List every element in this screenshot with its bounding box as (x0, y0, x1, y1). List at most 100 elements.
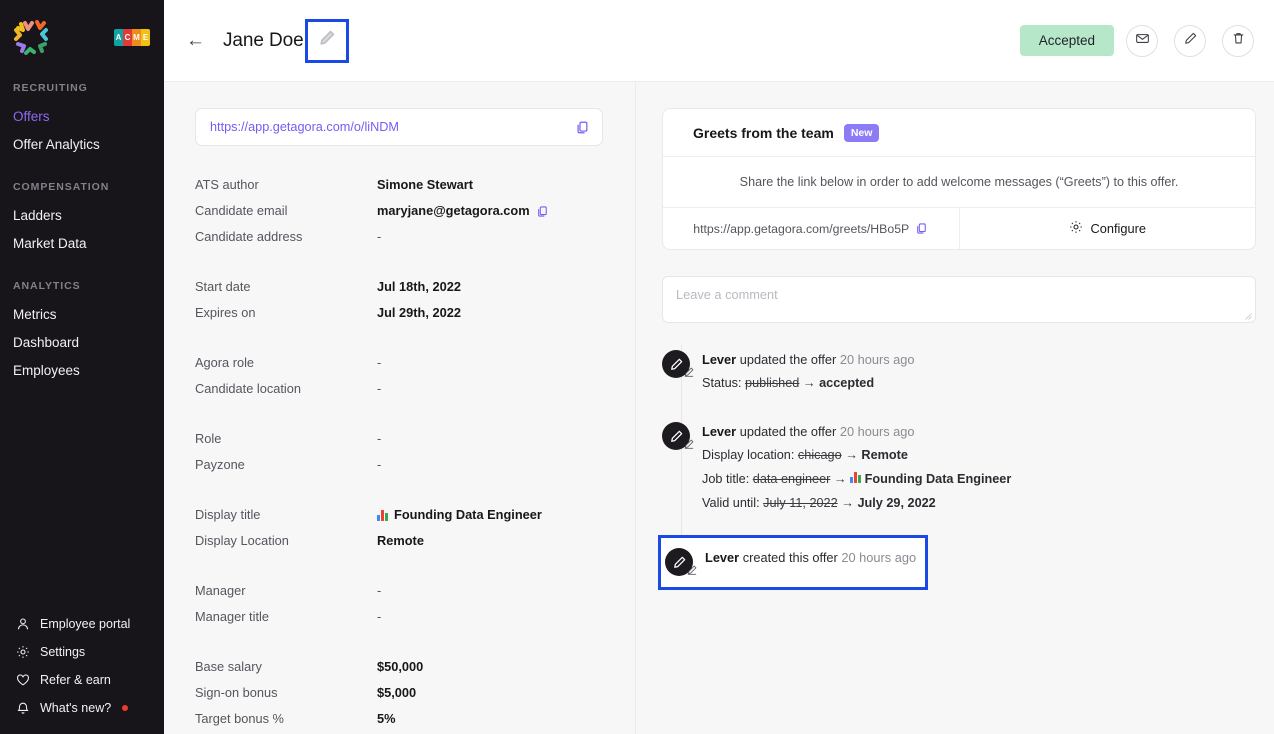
comment-placeholder: Leave a comment (676, 287, 778, 302)
offer-link-field[interactable]: https://app.getagora.com/o/liNDM (195, 108, 603, 146)
activity-change: Valid until: July 11, 2022 → July 29, 20… (702, 494, 1011, 513)
change-old-value: data engineer (752, 472, 831, 486)
sidebar-item-offers[interactable]: Offers (0, 103, 164, 131)
field-row: Target bonus % 5% (195, 706, 603, 732)
field-label: Start date (195, 279, 251, 294)
agora-logo[interactable] (10, 17, 52, 57)
activity-change: Job title: data engineer → Founding Data… (702, 470, 1011, 489)
field-value: - (377, 431, 382, 446)
sidebar-item-employees[interactable]: Employees (0, 357, 164, 385)
page-title: Jane Doe (223, 29, 304, 51)
arrow-icon: → (845, 448, 858, 462)
status-badge[interactable]: Accepted (1019, 25, 1114, 56)
acme-letter: E (141, 28, 150, 46)
greets-card: Greets from the team New Share the link … (662, 108, 1256, 250)
sidebar-item-whats-new[interactable]: What's new? (0, 694, 164, 722)
field-row: Display Location Remote (195, 528, 603, 554)
app-root: A C M E RECRUITING Offers Offer Analytic… (0, 0, 1274, 734)
notification-dot (122, 705, 129, 711)
field-label: Role (195, 431, 222, 446)
copy-icon[interactable] (575, 120, 590, 135)
sidebar-footer-label: What's new? (40, 701, 112, 715)
field-row: Manager - (195, 578, 603, 604)
bar-chart-icon (377, 509, 388, 521)
field-row: Candidate location - (195, 376, 603, 402)
acme-letter: C (123, 28, 132, 46)
resize-handle-icon[interactable] (1243, 311, 1252, 320)
field-row: Manager title - (195, 604, 603, 630)
sidebar-item-metrics[interactable]: Metrics (0, 301, 164, 329)
envelope-icon (1135, 31, 1150, 51)
activity-item-highlighted[interactable]: Lever created this offer 20 hours ago (658, 535, 928, 590)
greets-card-description: Share the link below in order to add wel… (663, 157, 1255, 208)
field-value: - (377, 583, 382, 598)
offer-details-panel: https://app.getagora.com/o/liNDM ATS aut… (164, 82, 636, 734)
edit-button[interactable] (1174, 24, 1206, 57)
field-row: Sign-on bonus $5,000 (195, 680, 603, 706)
sidebar-item-ladders[interactable]: Ladders (0, 202, 164, 230)
field-label: Payzone (195, 457, 245, 472)
field-value: Simone Stewart (377, 177, 474, 192)
email-button[interactable] (1126, 24, 1158, 57)
change-new-value: Remote (861, 448, 908, 462)
field-label: Manager title (195, 609, 269, 624)
copy-icon[interactable] (915, 222, 928, 235)
arrow-icon: → (833, 472, 847, 486)
new-badge: New (843, 124, 880, 142)
bell-icon (15, 701, 30, 716)
field-value: Jul 29th, 2022 (377, 305, 461, 320)
back-arrow-icon[interactable]: ← (186, 31, 205, 50)
acme-logo[interactable]: A C M E (114, 28, 150, 46)
sidebar-item-dashboard[interactable]: Dashboard (0, 329, 164, 357)
pencil-badge-icon (686, 563, 698, 581)
sidebar-item-refer-earn[interactable]: Refer & earn (0, 666, 164, 694)
activity-action: updated the offer (739, 424, 837, 439)
activity-time: 20 hours ago (839, 352, 915, 367)
change-label: Job title: (702, 472, 750, 486)
field-value: Jul 18th, 2022 (377, 279, 461, 294)
activity-action: created this offer (742, 550, 838, 565)
comment-input[interactable]: Leave a comment (662, 276, 1256, 323)
sidebar-footer: Employee portal Settings Refer & earn Wh… (0, 610, 164, 722)
field-row: Expires on Jul 29th, 2022 (195, 300, 603, 326)
change-label: Display location: (702, 448, 795, 462)
field-value: $50,000 (377, 659, 424, 674)
gear-icon (1069, 220, 1083, 237)
heart-icon (15, 673, 30, 688)
copy-icon[interactable] (536, 205, 549, 218)
field-row: Role - (195, 426, 603, 452)
change-new-value: July 29, 2022 (857, 496, 936, 510)
field-label: Target bonus % (195, 711, 284, 726)
activity-actor: Lever (705, 550, 740, 565)
activity-title: Lever created this offer 20 hours ago (705, 549, 916, 567)
acme-letter: M (132, 28, 141, 46)
change-label: Status: (702, 376, 742, 390)
change-old-value: chicago (797, 448, 842, 462)
offer-link-text[interactable]: https://app.getagora.com/o/liNDM (210, 120, 575, 134)
field-row: Display title Founding Data Engineer (195, 502, 603, 528)
field-row: Candidate email maryjane@getagora.com (195, 198, 603, 224)
edit-title-button[interactable] (304, 18, 349, 63)
sidebar-item-employee-portal[interactable]: Employee portal (0, 610, 164, 638)
field-group-gap (195, 326, 603, 350)
field-value: - (377, 355, 382, 370)
bar-chart-icon (850, 472, 862, 483)
configure-button[interactable]: Configure (960, 208, 1256, 249)
sidebar-item-settings[interactable]: Settings (0, 638, 164, 666)
greets-link[interactable]: https://app.getagora.com/greets/HBo5P (663, 208, 960, 249)
field-label: ATS author (195, 177, 259, 192)
pencil-badge-icon (683, 437, 695, 455)
field-label: Candidate location (195, 381, 302, 396)
change-old-value: July 11, 2022 (763, 496, 838, 510)
sidebar-item-market-data[interactable]: Market Data (0, 230, 164, 258)
change-new-value: Founding Data Engineer (864, 472, 1012, 486)
activity-feed: Lever updated the offer 20 hours ago Sta… (658, 345, 1256, 590)
field-value: 5% (377, 711, 396, 726)
field-row: Candidate address - (195, 224, 603, 250)
arrow-icon: → (841, 496, 854, 510)
delete-button[interactable] (1222, 24, 1254, 57)
sidebar-item-offer-analytics[interactable]: Offer Analytics (0, 131, 164, 159)
change-new-value: accepted (819, 376, 875, 390)
field-value: Founding Data Engineer (394, 507, 542, 522)
greets-card-header: Greets from the team New (663, 109, 1255, 157)
